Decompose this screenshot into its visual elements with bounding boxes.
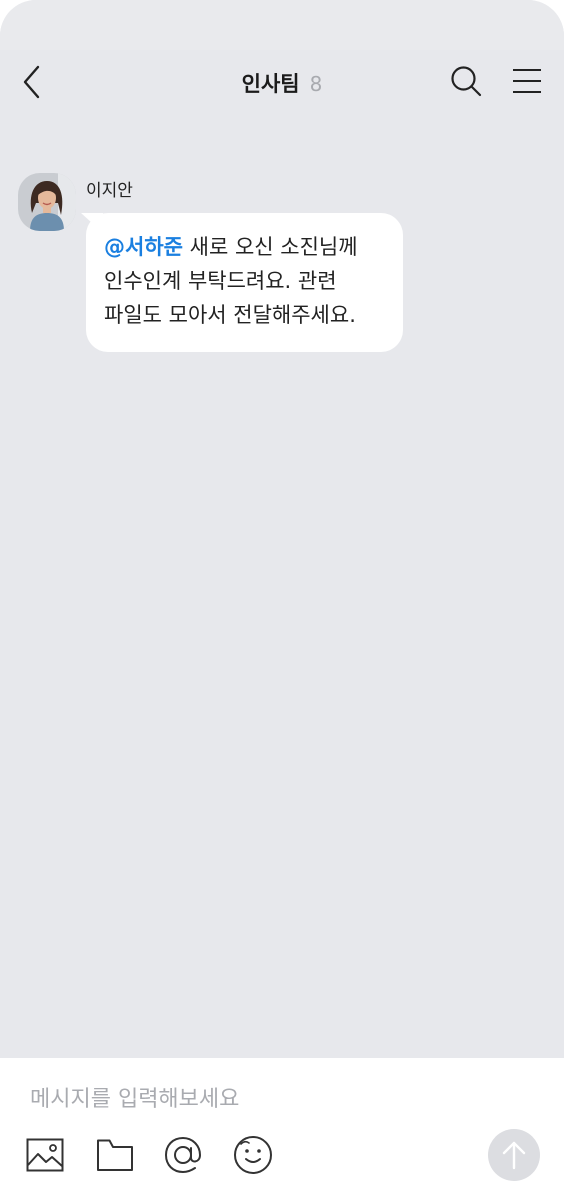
emoji-button[interactable] bbox=[232, 1134, 274, 1176]
at-sign-icon bbox=[164, 1136, 202, 1174]
search-icon bbox=[451, 66, 482, 97]
attach-file-button[interactable] bbox=[94, 1134, 136, 1176]
mention-button[interactable] bbox=[162, 1134, 204, 1176]
message-line-1: @서하준 새로 오신 소진님께 bbox=[104, 230, 385, 264]
message-line-3: 파일도 모아서 전달해주세요. bbox=[104, 303, 356, 327]
sender-avatar[interactable] bbox=[18, 173, 76, 231]
message-input[interactable] bbox=[30, 1078, 530, 1120]
message-bubble[interactable]: @서하준 새로 오신 소진님께 인수인계 부탁드려요. 관련 파일도 모아서 전… bbox=[81, 213, 403, 352]
chat-screen: 인사팀 8 이지안 @서하준 새로 오신 소진님께 인수인계 부탁드려요. 관련… bbox=[0, 0, 564, 1204]
chat-title: 인사팀 bbox=[241, 72, 300, 96]
send-button[interactable] bbox=[488, 1129, 540, 1181]
hamburger-menu-icon bbox=[513, 69, 541, 93]
mention-tag[interactable]: @서하준 bbox=[104, 235, 183, 259]
emoji-icon bbox=[234, 1136, 272, 1174]
status-bar bbox=[0, 0, 564, 50]
member-count: 8 bbox=[309, 72, 323, 96]
sender-name: 이지안 bbox=[86, 181, 133, 201]
message-text-part-1: 새로 오신 소진님께 bbox=[182, 235, 358, 259]
arrow-up-icon bbox=[502, 1141, 526, 1170]
attach-image-button[interactable] bbox=[24, 1134, 66, 1176]
image-icon bbox=[26, 1138, 64, 1172]
menu-button[interactable] bbox=[508, 62, 546, 100]
folder-icon bbox=[97, 1139, 133, 1171]
bubble-tail bbox=[81, 213, 103, 233]
chat-title-group: 인사팀 8 bbox=[242, 68, 323, 98]
chat-header: 인사팀 8 bbox=[0, 50, 564, 114]
message-composer bbox=[0, 1058, 564, 1204]
message-line-2: 인수인계 부탁드려요. 관련 bbox=[104, 269, 337, 293]
chevron-left-icon bbox=[23, 65, 40, 99]
search-button[interactable] bbox=[447, 62, 485, 100]
back-button[interactable] bbox=[14, 64, 50, 100]
